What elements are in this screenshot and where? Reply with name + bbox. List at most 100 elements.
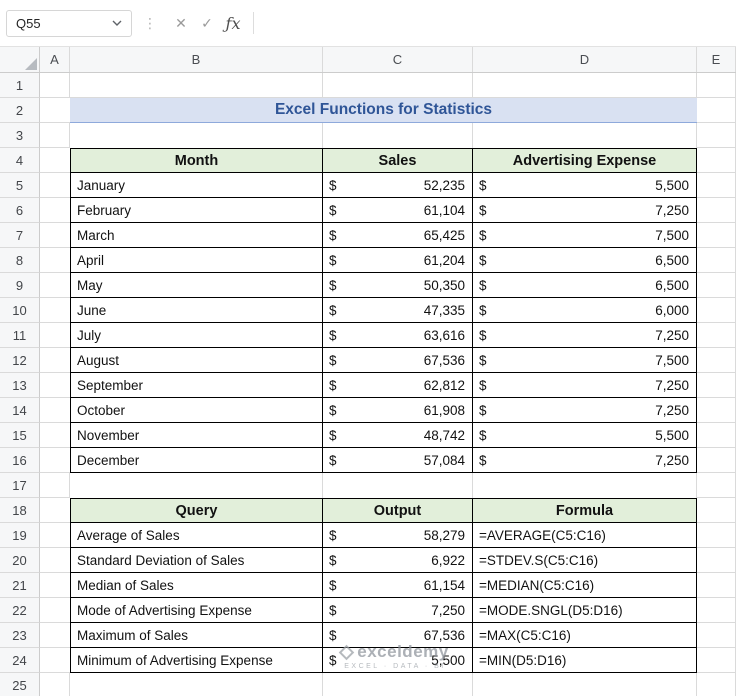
cell-D10[interactable]: $6,000 bbox=[473, 298, 697, 323]
row-header-16[interactable]: 16 bbox=[0, 448, 40, 473]
cell-B20[interactable]: Standard Deviation of Sales bbox=[70, 548, 323, 573]
cell-C15[interactable]: $48,742 bbox=[323, 423, 473, 448]
cell-E23[interactable] bbox=[697, 623, 736, 648]
cell-C19[interactable]: $58,279 bbox=[323, 523, 473, 548]
cell-A20[interactable] bbox=[40, 548, 70, 573]
col-header-E[interactable]: E bbox=[697, 47, 736, 72]
cell-D17[interactable] bbox=[473, 473, 697, 498]
cell-C17[interactable] bbox=[323, 473, 473, 498]
cell-C24[interactable]: $5,500 bbox=[323, 648, 473, 673]
cell-C20[interactable]: $6,922 bbox=[323, 548, 473, 573]
cell-B18[interactable]: Query bbox=[70, 498, 323, 523]
row-header-4[interactable]: 4 bbox=[0, 148, 40, 173]
row-header-6[interactable]: 6 bbox=[0, 198, 40, 223]
col-header-B[interactable]: B bbox=[70, 47, 323, 72]
cell-A13[interactable] bbox=[40, 373, 70, 398]
cell-A15[interactable] bbox=[40, 423, 70, 448]
row-header-14[interactable]: 14 bbox=[0, 398, 40, 423]
cell-E9[interactable] bbox=[697, 273, 736, 298]
cell-B19[interactable]: Average of Sales bbox=[70, 523, 323, 548]
cell-C1[interactable] bbox=[323, 73, 473, 98]
cell-D12[interactable]: $7,500 bbox=[473, 348, 697, 373]
cell-A18[interactable] bbox=[40, 498, 70, 523]
cell-B15[interactable]: November bbox=[70, 423, 323, 448]
cell-E14[interactable] bbox=[697, 398, 736, 423]
cell-A1[interactable] bbox=[40, 73, 70, 98]
cell-B4[interactable]: Month bbox=[70, 148, 323, 173]
cell-B13[interactable]: September bbox=[70, 373, 323, 398]
cell-E1[interactable] bbox=[697, 73, 736, 98]
cell-D24[interactable]: =MIN(D5:D16) bbox=[473, 648, 697, 673]
cell-E15[interactable] bbox=[697, 423, 736, 448]
cell-A2[interactable] bbox=[40, 98, 70, 123]
cell-D23[interactable]: =MAX(C5:C16) bbox=[473, 623, 697, 648]
cell-C9[interactable]: $50,350 bbox=[323, 273, 473, 298]
cell-B8[interactable]: April bbox=[70, 248, 323, 273]
cell-C18[interactable]: Output bbox=[323, 498, 473, 523]
cell-E8[interactable] bbox=[697, 248, 736, 273]
cell-A4[interactable] bbox=[40, 148, 70, 173]
cell-D16[interactable]: $7,250 bbox=[473, 448, 697, 473]
col-header-D[interactable]: D bbox=[473, 47, 697, 72]
row-header-11[interactable]: 11 bbox=[0, 323, 40, 348]
cell-A12[interactable] bbox=[40, 348, 70, 373]
cell-D8[interactable]: $6,500 bbox=[473, 248, 697, 273]
row-header-9[interactable]: 9 bbox=[0, 273, 40, 298]
cell-D5[interactable]: $5,500 bbox=[473, 173, 697, 198]
cell-D13[interactable]: $7,250 bbox=[473, 373, 697, 398]
cell-E11[interactable] bbox=[697, 323, 736, 348]
cell-B22[interactable]: Mode of Advertising Expense bbox=[70, 598, 323, 623]
cell-B17[interactable] bbox=[70, 473, 323, 498]
cell-D20[interactable]: =STDEV.S(C5:C16) bbox=[473, 548, 697, 573]
cell-B21[interactable]: Median of Sales bbox=[70, 573, 323, 598]
cell-E5[interactable] bbox=[697, 173, 736, 198]
cell-A7[interactable] bbox=[40, 223, 70, 248]
chevron-down-icon[interactable] bbox=[112, 20, 122, 26]
cell-A6[interactable] bbox=[40, 198, 70, 223]
cell-B23[interactable]: Maximum of Sales bbox=[70, 623, 323, 648]
row-header-1[interactable]: 1 bbox=[0, 73, 40, 98]
row-header-24[interactable]: 24 bbox=[0, 648, 40, 673]
row-header-2[interactable]: 2 bbox=[0, 98, 40, 123]
cell-B16[interactable]: December bbox=[70, 448, 323, 473]
cell-C23[interactable]: $67,536 bbox=[323, 623, 473, 648]
cell-A22[interactable] bbox=[40, 598, 70, 623]
cell-E6[interactable] bbox=[697, 198, 736, 223]
row-header-17[interactable]: 17 bbox=[0, 473, 40, 498]
cell-D21[interactable]: =MEDIAN(C5:C16) bbox=[473, 573, 697, 598]
cell-C10[interactable]: $47,335 bbox=[323, 298, 473, 323]
row-header-5[interactable]: 5 bbox=[0, 173, 40, 198]
cell-E13[interactable] bbox=[697, 373, 736, 398]
cell-C13[interactable]: $62,812 bbox=[323, 373, 473, 398]
cell-E24[interactable] bbox=[697, 648, 736, 673]
cell-A5[interactable] bbox=[40, 173, 70, 198]
row-header-15[interactable]: 15 bbox=[0, 423, 40, 448]
cell-B7[interactable]: March bbox=[70, 223, 323, 248]
cell-C11[interactable]: $63,616 bbox=[323, 323, 473, 348]
cell-A10[interactable] bbox=[40, 298, 70, 323]
col-header-A[interactable]: A bbox=[40, 47, 70, 72]
cell-A8[interactable] bbox=[40, 248, 70, 273]
cell-D15[interactable]: $5,500 bbox=[473, 423, 697, 448]
cell-A24[interactable] bbox=[40, 648, 70, 673]
row-header-23[interactable]: 23 bbox=[0, 623, 40, 648]
row-header-20[interactable]: 20 bbox=[0, 548, 40, 573]
row-header-10[interactable]: 10 bbox=[0, 298, 40, 323]
select-all-corner[interactable] bbox=[0, 47, 40, 72]
cell-C16[interactable]: $57,084 bbox=[323, 448, 473, 473]
cell-D3[interactable] bbox=[473, 123, 697, 148]
cell-D4[interactable]: Advertising Expense bbox=[473, 148, 697, 173]
cell-D19[interactable]: =AVERAGE(C5:C16) bbox=[473, 523, 697, 548]
row-header-21[interactable]: 21 bbox=[0, 573, 40, 598]
row-header-13[interactable]: 13 bbox=[0, 373, 40, 398]
cell-E20[interactable] bbox=[697, 548, 736, 573]
cell-E25[interactable] bbox=[697, 673, 736, 696]
cell-D9[interactable]: $6,500 bbox=[473, 273, 697, 298]
cell-E18[interactable] bbox=[697, 498, 736, 523]
row-header-8[interactable]: 8 bbox=[0, 248, 40, 273]
cell-C21[interactable]: $61,154 bbox=[323, 573, 473, 598]
insert-function-icon[interactable]: ƒx bbox=[220, 10, 246, 37]
cell-B25[interactable] bbox=[70, 673, 323, 696]
cell-E4[interactable] bbox=[697, 148, 736, 173]
cell-A21[interactable] bbox=[40, 573, 70, 598]
